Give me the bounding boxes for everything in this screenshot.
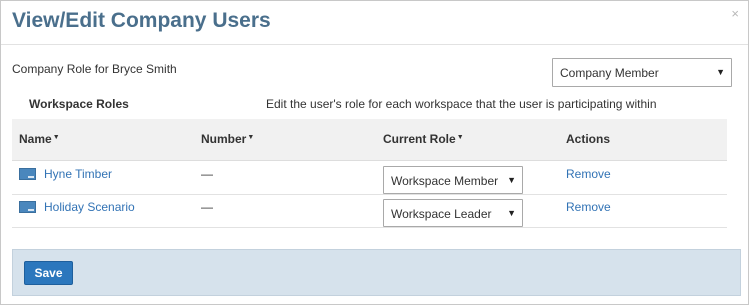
workspace-role-value: Workspace Leader	[391, 207, 492, 221]
table-row: Hyne Timber — Workspace Member ▼ Remove	[12, 162, 727, 195]
workspace-number: —	[201, 200, 213, 214]
column-header-number[interactable]: Number▼	[201, 132, 254, 146]
dialog-footer: Save	[12, 249, 741, 296]
workspace-icon	[19, 168, 36, 180]
close-icon[interactable]: ×	[731, 7, 739, 21]
chevron-down-icon: ▼	[507, 208, 516, 218]
save-button[interactable]: Save	[24, 261, 73, 285]
workspace-number: —	[201, 167, 213, 181]
dialog-title: View/Edit Company Users	[12, 9, 271, 32]
table-row: Holiday Scenario — Workspace Leader ▼ Re…	[12, 195, 727, 228]
column-header-current-role[interactable]: Current Role▼	[383, 132, 464, 146]
workspace-role-value: Workspace Member	[391, 174, 499, 188]
table-header: Name▼ Number▼ Current Role▼ Actions	[12, 119, 727, 161]
edit-users-dialog: View/Edit Company Users × Company Role f…	[0, 0, 749, 305]
company-role-value: Company Member	[560, 66, 659, 80]
remove-link[interactable]: Remove	[566, 167, 611, 181]
sort-icon: ▼	[247, 134, 255, 141]
remove-link[interactable]: Remove	[566, 200, 611, 214]
workspace-role-select[interactable]: Workspace Leader ▼	[383, 199, 523, 227]
sort-icon: ▼	[52, 134, 60, 141]
sort-icon: ▼	[456, 134, 464, 141]
column-header-actions: Actions	[566, 132, 611, 146]
header-divider	[1, 44, 748, 45]
workspace-roles-heading: Workspace Roles	[29, 97, 129, 111]
workspace-role-select[interactable]: Workspace Member ▼	[383, 166, 523, 194]
workspace-icon	[19, 201, 36, 213]
workspace-name-link[interactable]: Hyne Timber	[44, 167, 112, 181]
workspace-name-link[interactable]: Holiday Scenario	[44, 200, 135, 214]
chevron-down-icon: ▼	[716, 67, 725, 77]
company-role-select[interactable]: Company Member ▼	[552, 58, 732, 87]
chevron-down-icon: ▼	[507, 175, 516, 185]
company-role-label: Company Role for Bryce Smith	[12, 62, 177, 76]
column-header-name[interactable]: Name▼	[19, 132, 60, 146]
workspace-roles-description: Edit the user's role for each workspace …	[266, 97, 657, 111]
